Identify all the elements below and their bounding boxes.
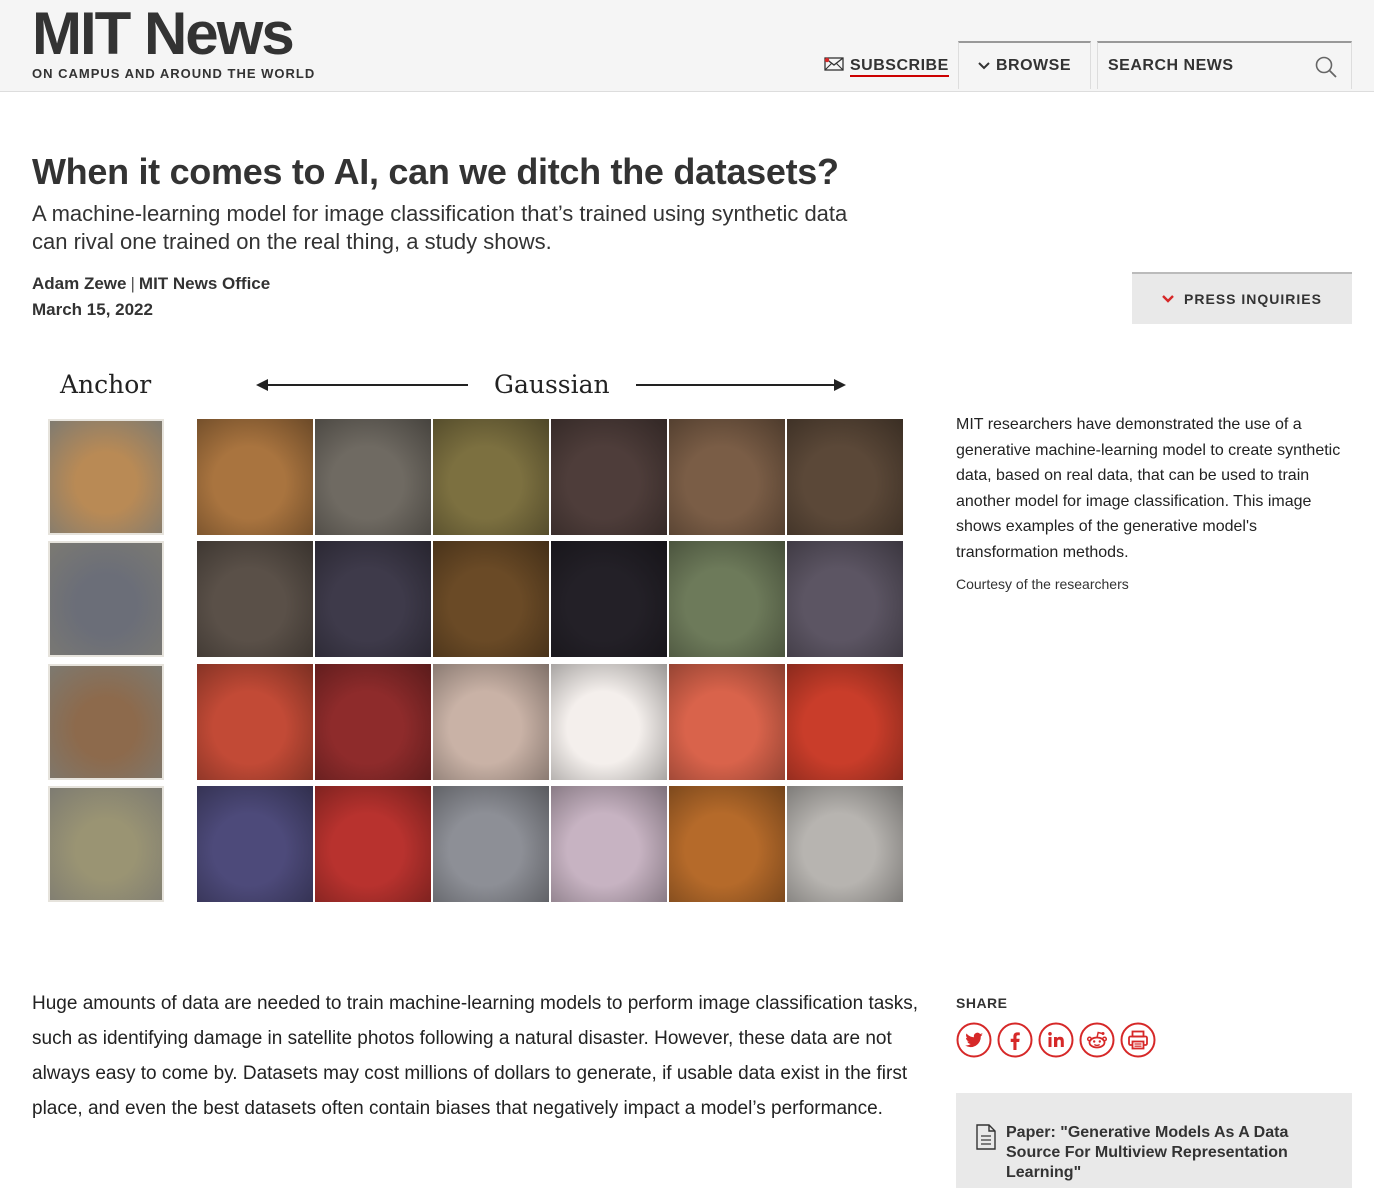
generated-image-purse <box>669 664 785 780</box>
related-paper-link[interactable]: Paper: "Generative Models As A Data Sour… <box>1006 1123 1336 1183</box>
related-paper-box: Paper: "Generative Models As A Data Sour… <box>956 1093 1352 1188</box>
reddit-icon[interactable] <box>1079 1022 1115 1058</box>
generated-image-lamp <box>551 786 667 902</box>
anchor-image-boar <box>48 541 164 657</box>
search-input[interactable] <box>1098 56 1310 76</box>
linkedin-icon[interactable] <box>1038 1022 1074 1058</box>
search-box <box>1097 41 1352 89</box>
article-headline: When it comes to AI, can we ditch the da… <box>32 151 839 192</box>
figure-caption: MIT researchers have demonstrated the us… <box>956 416 1341 561</box>
press-inquiries-button[interactable]: PRESS INQUIRIES <box>1132 272 1352 324</box>
generated-image-purse <box>787 664 903 780</box>
generated-image-boar <box>787 541 903 657</box>
generated-image-dog <box>787 419 903 535</box>
generated-image-dog <box>315 419 431 535</box>
generated-image-lamp <box>433 786 549 902</box>
generated-image-boar <box>315 541 431 657</box>
anchor-image-purse <box>48 664 164 780</box>
article-byline: Adam Zewe | MIT News Office <box>32 274 270 294</box>
generated-image-lamp <box>787 786 903 902</box>
figure-credit: Courtesy of the researchers <box>956 576 1129 592</box>
arrow-right-icon <box>834 379 846 391</box>
facebook-icon[interactable] <box>997 1022 1033 1058</box>
share-label: SHARE <box>956 995 1008 1011</box>
article-figure[interactable]: Anchor Gaussian <box>32 360 922 920</box>
search-icon[interactable] <box>1315 56 1337 83</box>
figure-gaussian-label: Gaussian <box>494 370 610 399</box>
site-logo[interactable]: MIT News ON CAMPUS AND AROUND THE WORLD <box>32 0 316 82</box>
press-inquiries-label: PRESS INQUIRIES <box>1184 291 1322 307</box>
subscribe-label: SUBSCRIBE <box>850 56 949 77</box>
print-icon[interactable] <box>1120 1022 1156 1058</box>
generated-image-lamp <box>315 786 431 902</box>
browse-label: BROWSE <box>996 57 1071 74</box>
article-dek: A machine-learning model for image class… <box>32 201 848 254</box>
arrow-left-line <box>264 384 468 386</box>
generated-image-dog <box>669 419 785 535</box>
chevron-down-icon <box>978 57 990 75</box>
chevron-down-icon <box>1162 290 1174 308</box>
generated-image-boar <box>551 541 667 657</box>
generated-image-purse <box>197 664 313 780</box>
subscribe-link[interactable]: SUBSCRIBE <box>824 56 949 77</box>
author-office: MIT News Office <box>138 274 271 293</box>
generated-image-lamp <box>669 786 785 902</box>
arrow-right-line <box>636 384 842 386</box>
publish-date: March 15, 2022 <box>32 300 153 319</box>
article-body-paragraph: Huge amounts of data are needed to train… <box>32 993 919 1119</box>
share-icons <box>956 1022 1156 1058</box>
generated-image-boar <box>433 541 549 657</box>
generated-image-dog <box>551 419 667 535</box>
figure-anchor-label: Anchor <box>60 370 152 399</box>
site-tagline: ON CAMPUS AND AROUND THE WORLD <box>32 66 316 81</box>
anchor-image-dog <box>48 419 164 535</box>
generated-image-lamp <box>197 786 313 902</box>
envelope-icon <box>824 57 844 76</box>
generated-image-dog <box>197 419 313 535</box>
generated-image-purse <box>315 664 431 780</box>
site-name: MIT News <box>32 0 295 67</box>
generated-image-boar <box>669 541 785 657</box>
generated-image-purse <box>551 664 667 780</box>
generated-image-purse <box>433 664 549 780</box>
generated-image-boar <box>197 541 313 657</box>
site-header: MIT News ON CAMPUS AND AROUND THE WORLD … <box>0 0 1374 92</box>
anchor-image-lamp <box>48 786 164 902</box>
author-name[interactable]: Adam Zewe <box>32 274 126 293</box>
byline-separator: | <box>130 274 135 293</box>
generated-image-dog <box>433 419 549 535</box>
document-icon <box>976 1124 996 1155</box>
twitter-icon[interactable] <box>956 1022 992 1058</box>
browse-button[interactable]: BROWSE <box>958 41 1091 89</box>
